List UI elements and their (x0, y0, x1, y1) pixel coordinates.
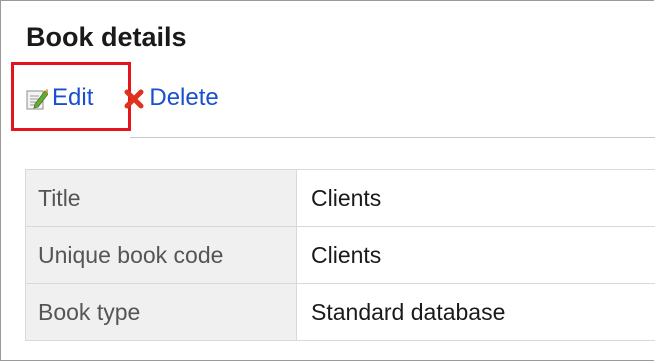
delete-x-icon (123, 87, 145, 109)
row-value: Clients (296, 169, 655, 227)
row-value: Clients (296, 226, 655, 284)
row-label: Unique book code (25, 226, 297, 284)
row-label: Title (25, 169, 297, 227)
edit-pencil-icon (26, 87, 49, 110)
delete-label: Delete (149, 84, 219, 111)
toolbar: Edit Delete (26, 82, 219, 114)
edit-link[interactable]: Edit (26, 82, 93, 114)
divider (130, 137, 655, 138)
edit-label: Edit (52, 84, 94, 111)
table-row: Title Clients (25, 169, 655, 227)
row-label: Book type (25, 283, 297, 341)
table-row: Book type Standard database (25, 283, 655, 341)
details-table: Title Clients Unique book code Clients B… (25, 169, 655, 341)
row-value: Standard database (296, 283, 655, 341)
table-row: Unique book code Clients (25, 226, 655, 284)
delete-link[interactable]: Delete (123, 82, 219, 114)
page-title: Book details (26, 22, 187, 52)
